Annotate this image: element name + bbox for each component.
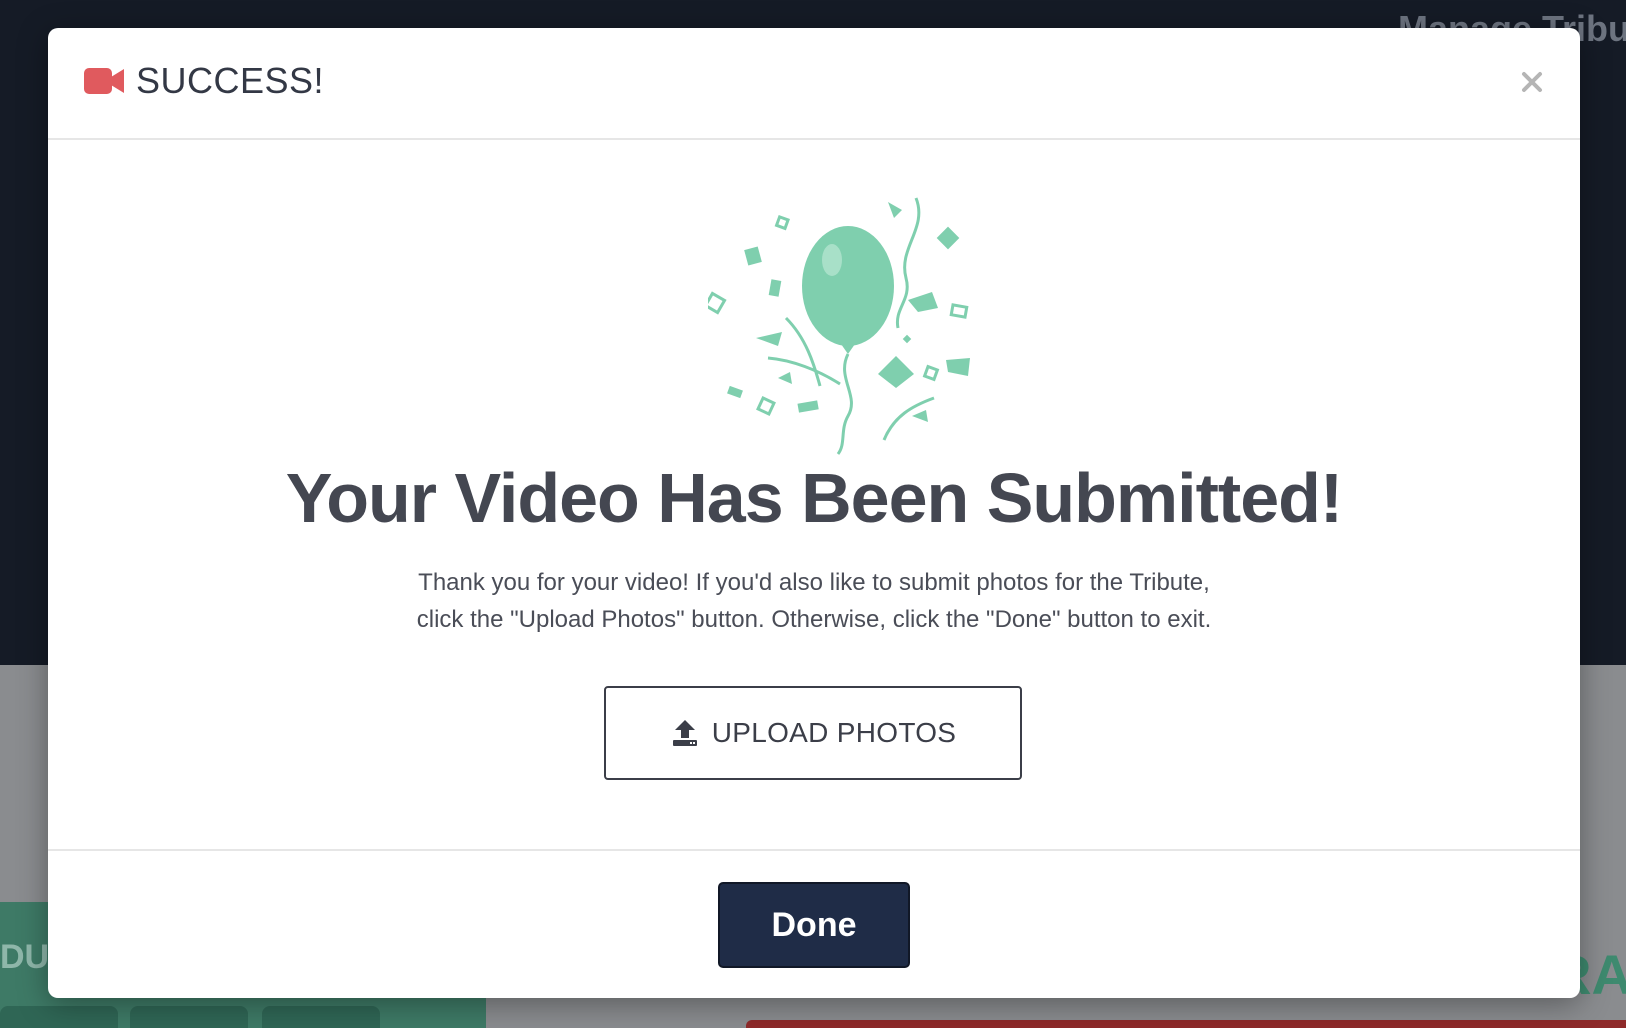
video-camera-icon: [84, 68, 124, 94]
done-button-label: Done: [771, 905, 857, 944]
background-tab: [130, 1006, 248, 1028]
submission-description: Thank you for your video! If you'd also …: [314, 564, 1314, 638]
description-line: Thank you for your video! If you'd also …: [418, 569, 1210, 596]
success-modal: SUCCESS! Your Video Has Been Submitted! …: [48, 28, 1580, 998]
upload-photos-button[interactable]: UPLOAD PHOTOS: [604, 686, 1022, 780]
upload-icon: [672, 720, 697, 746]
background-left-text: DU: [0, 938, 50, 976]
background-tab: [0, 1006, 118, 1028]
description-line: click the "Upload Photos" button. Otherw…: [416, 606, 1212, 633]
upload-photos-label: UPLOAD PHOTOS: [711, 717, 957, 748]
background-tab: [262, 1006, 380, 1028]
modal-footer-divider: [48, 849, 1580, 851]
close-icon[interactable]: [1512, 62, 1552, 102]
submission-heading: Your Video Has Been Submitted!: [285, 459, 1343, 537]
background-red-bar: [746, 1020, 1626, 1028]
done-button[interactable]: Done: [718, 882, 910, 968]
modal-title: SUCCESS!: [136, 60, 325, 101]
balloon-confetti-illustration: [708, 197, 970, 455]
modal-header: SUCCESS!: [48, 28, 1580, 140]
